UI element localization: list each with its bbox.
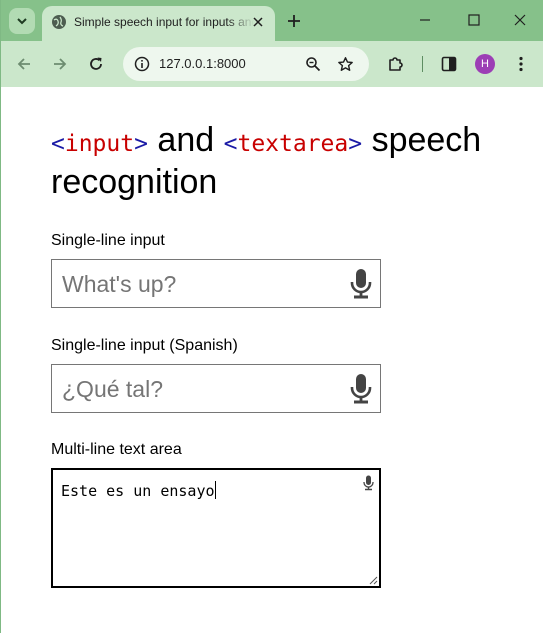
title-bar: Simple speech input for inputs and texta… <box>1 0 543 41</box>
spanish-placeholder: ¿Qué tal? <box>62 376 163 402</box>
toolbar-divider <box>422 56 423 72</box>
side-panel-icon <box>441 56 457 72</box>
kebab-menu-icon <box>519 56 523 72</box>
single-line-label: Single-line input <box>51 232 165 249</box>
menu-button[interactable] <box>510 53 532 75</box>
close-icon <box>253 17 263 27</box>
tab-active[interactable]: Simple speech input for inputs and texta… <box>42 6 275 41</box>
plus-icon <box>288 15 300 27</box>
url-text[interactable]: 127.0.0.1:8000 <box>159 56 246 71</box>
mic-button[interactable] <box>350 373 372 405</box>
bookmark-button[interactable] <box>334 53 356 75</box>
microphone-icon[interactable] <box>363 475 374 491</box>
globe-icon <box>52 15 66 29</box>
close-icon <box>514 14 526 26</box>
tab-search-button[interactable] <box>9 8 35 34</box>
zoom-icon <box>306 57 321 72</box>
star-icon <box>337 56 353 71</box>
tab-title: Simple speech input for inputs and texta… <box>74 15 254 29</box>
side-panel-button[interactable] <box>438 53 460 75</box>
single-line-placeholder: What's up? <box>62 271 177 297</box>
reload-icon <box>90 57 102 70</box>
puzzle-icon <box>389 57 403 71</box>
microphone-icon <box>350 269 372 299</box>
browser-window: Simple speech input for inputs and texta… <box>0 0 543 633</box>
minimize-button[interactable] <box>414 10 436 30</box>
single-line-input[interactable]: What's up? <box>51 259 381 308</box>
maximize-icon <box>468 14 480 26</box>
new-tab-button[interactable] <box>284 11 304 31</box>
address-bar[interactable]: 127.0.0.1:8000 <box>123 47 369 81</box>
resize-grip-icon[interactable] <box>369 576 378 585</box>
chevron-down-icon <box>17 18 27 25</box>
minimize-icon <box>420 19 430 21</box>
spanish-input[interactable]: ¿Qué tal? <box>51 364 381 413</box>
multi-line-textarea[interactable]: Este es un ensayo <box>51 468 381 588</box>
microphone-icon <box>350 374 372 404</box>
arrow-right-icon <box>54 58 67 70</box>
code-input-tag: <input> <box>51 131 148 157</box>
close-window-button[interactable] <box>509 10 531 30</box>
browser-toolbar: 127.0.0.1:8000 H <box>1 41 543 87</box>
extensions-button[interactable] <box>385 53 407 75</box>
mic-button[interactable] <box>350 268 372 300</box>
reload-button[interactable] <box>85 53 107 75</box>
title-and: and <box>157 121 215 159</box>
textarea-value: Este es un ensayo <box>61 482 215 500</box>
maximize-button[interactable] <box>463 10 485 30</box>
spanish-input-label: Single-line input (Spanish) <box>51 337 238 354</box>
text-caret <box>214 481 216 499</box>
tab-close-button[interactable] <box>250 14 266 30</box>
forward-button[interactable] <box>49 53 71 75</box>
info-icon <box>134 56 150 72</box>
profile-avatar[interactable]: H <box>475 54 495 74</box>
textarea-label: Multi-line text area <box>51 441 182 458</box>
zoom-button[interactable] <box>302 53 324 75</box>
page-content: <input> and <textarea> speech recognitio… <box>1 87 543 633</box>
code-textarea-tag: <textarea> <box>223 131 363 157</box>
arrow-left-icon <box>17 58 30 70</box>
site-info-button[interactable] <box>131 53 153 75</box>
textarea-content[interactable]: Este es un ensayo <box>61 481 216 500</box>
page-title: <input> and <textarea> speech recognitio… <box>51 121 521 201</box>
back-button[interactable] <box>13 53 35 75</box>
